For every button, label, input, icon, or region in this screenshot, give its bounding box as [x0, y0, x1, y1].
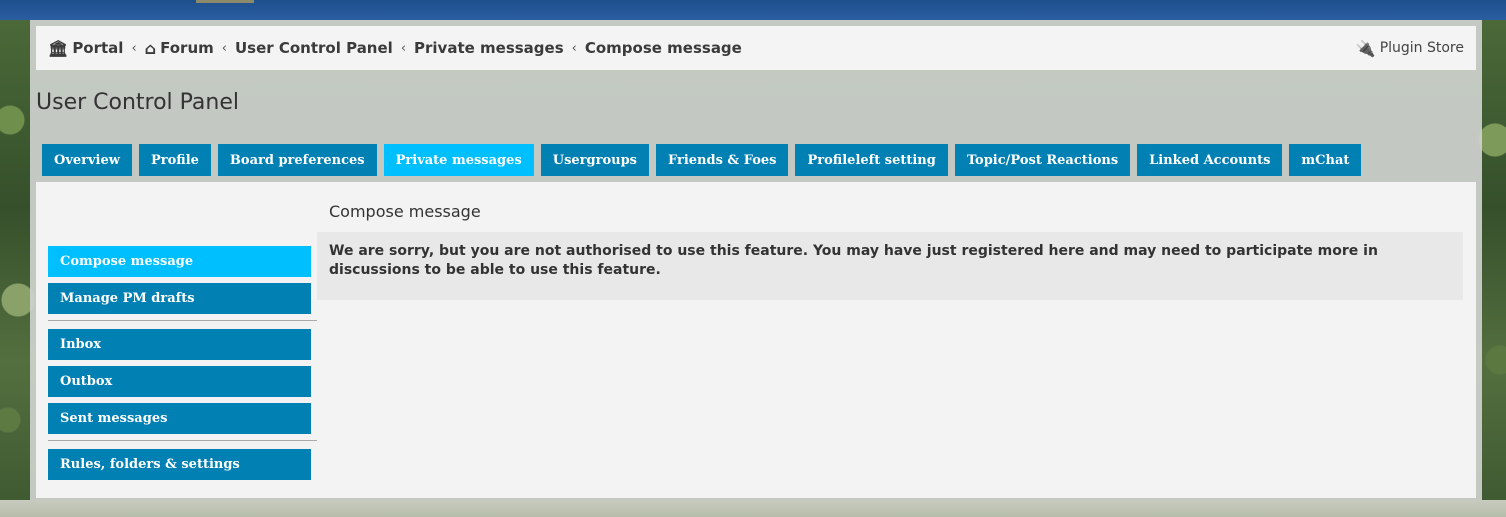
sidebar-divider	[48, 440, 317, 441]
plug-icon: 🔌	[1355, 38, 1376, 58]
tab-mchat[interactable]: mChat	[1289, 144, 1362, 176]
tab-board-preferences[interactable]: Board preferences	[217, 144, 377, 176]
sidebar-item-compose-message[interactable]: Compose message	[48, 246, 311, 277]
home-icon: ⌂	[144, 38, 157, 58]
breadcrumb-label: Compose message	[584, 39, 742, 57]
ucp-tabs: Overview Profile Board preferences Priva…	[42, 144, 1362, 176]
sidebar-item-rules-folders-settings[interactable]: Rules, folders & settings	[48, 449, 311, 480]
breadcrumb-separator: ‹	[221, 40, 227, 56]
tab-linked-accounts[interactable]: Linked Accounts	[1137, 144, 1283, 176]
tab-overview[interactable]: Overview	[42, 144, 132, 176]
top-header-bar	[0, 0, 1506, 20]
breadcrumb-bar: 🏛 Portal ‹ ⌂ Forum ‹ User Control Panel …	[36, 26, 1476, 70]
sidebar-item-manage-pm-drafts[interactable]: Manage PM drafts	[48, 283, 311, 314]
content-title: Compose message	[329, 202, 481, 221]
breadcrumb-portal[interactable]: 🏛 Portal	[48, 39, 123, 58]
bank-icon: 🏛	[48, 38, 69, 58]
page-title: User Control Panel	[36, 90, 240, 115]
plugin-store-label: Plugin Store	[1379, 40, 1464, 56]
breadcrumb-ucp[interactable]: User Control Panel	[235, 39, 393, 57]
breadcrumb-separator: ‹	[131, 40, 137, 56]
sidebar-divider	[48, 320, 317, 321]
plugin-store-link[interactable]: 🔌 Plugin Store	[1356, 39, 1464, 58]
breadcrumb-forum[interactable]: ⌂ Forum	[145, 39, 214, 58]
sidebar-item-outbox[interactable]: Outbox	[48, 366, 311, 397]
breadcrumb-label: Private messages	[414, 39, 564, 57]
breadcrumb: 🏛 Portal ‹ ⌂ Forum ‹ User Control Panel …	[48, 39, 742, 58]
tab-usergroups[interactable]: Usergroups	[540, 144, 649, 176]
tab-topic-post-reactions[interactable]: Topic/Post Reactions	[954, 144, 1131, 176]
pm-sidebar: Compose message Manage PM drafts Inbox O…	[48, 246, 317, 486]
breadcrumb-label: Forum	[160, 39, 214, 57]
breadcrumb-compose-message[interactable]: Compose message	[585, 39, 742, 57]
permission-notice: We are sorry, but you are not authorised…	[317, 232, 1463, 300]
main-wrapper: 🏛 Portal ‹ ⌂ Forum ‹ User Control Panel …	[30, 20, 1482, 500]
tab-friends-foes[interactable]: Friends & Foes	[655, 144, 789, 176]
breadcrumb-separator: ‹	[400, 40, 407, 56]
breadcrumb-label: User Control Panel	[234, 39, 393, 57]
sidebar-item-sent-messages[interactable]: Sent messages	[48, 403, 311, 434]
breadcrumb-label: Portal	[72, 39, 124, 57]
tab-profileleft-setting[interactable]: Profileleft setting	[795, 144, 948, 176]
content-panel: Compose message Compose message Manage P…	[36, 182, 1476, 498]
breadcrumb-private-messages[interactable]: Private messages	[414, 39, 564, 57]
footer-strip	[0, 500, 1506, 517]
tab-private-messages[interactable]: Private messages	[383, 144, 534, 176]
logo-fragment	[196, 0, 254, 3]
sidebar-item-inbox[interactable]: Inbox	[48, 329, 311, 360]
breadcrumb-separator: ‹	[571, 40, 577, 56]
tab-profile[interactable]: Profile	[138, 144, 211, 176]
